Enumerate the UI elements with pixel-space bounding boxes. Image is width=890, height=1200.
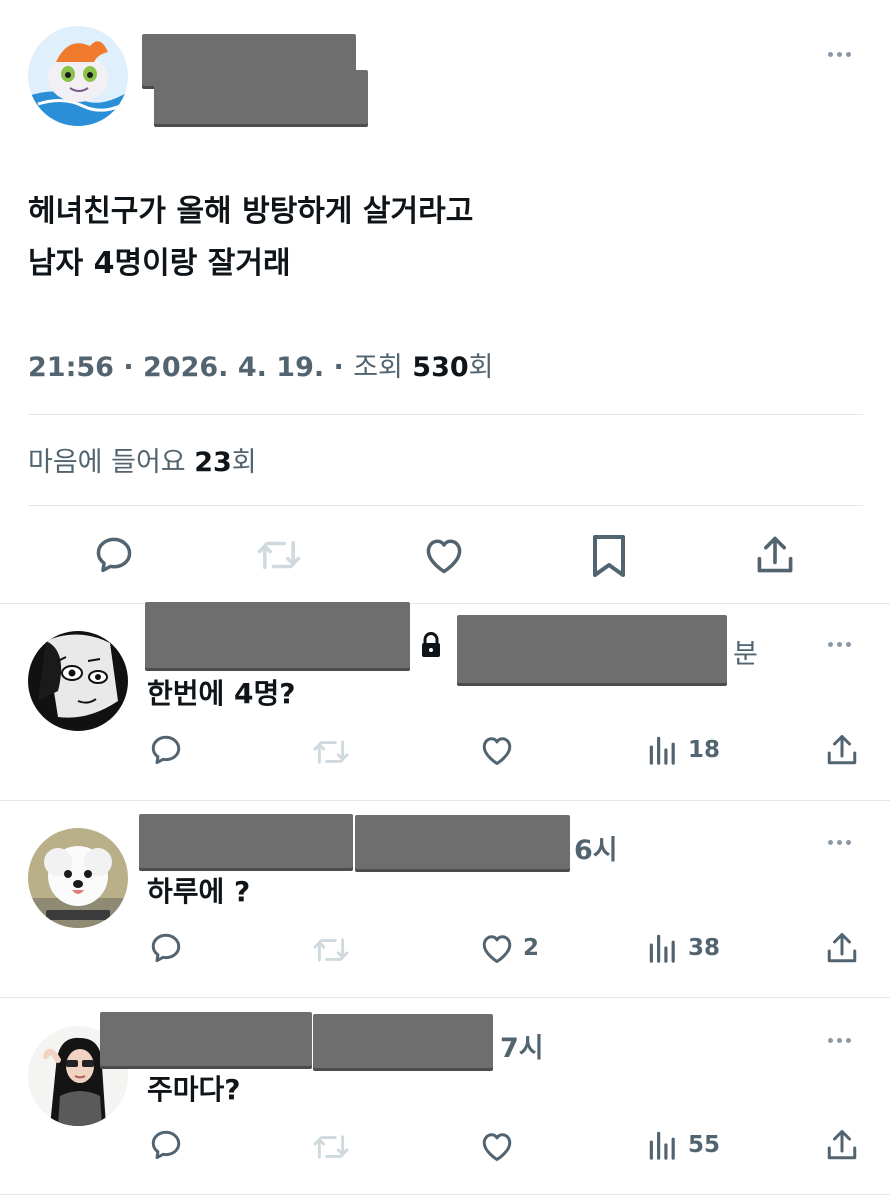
likes-unit: 회 (231, 447, 257, 478)
divider (0, 800, 890, 801)
more-options-icon[interactable] (828, 642, 851, 647)
post-text: 헤녀친구가 올해 방탕하게 살거라고 남자 4명이랑 잘거래 (28, 186, 473, 290)
share-icon[interactable] (824, 731, 860, 769)
more-options-icon[interactable] (828, 840, 851, 845)
likes-summary[interactable]: 마음에 들어요 23회 (28, 440, 257, 479)
likes-label: 마음에 들어요 (28, 447, 186, 478)
retweet-icon[interactable] (312, 736, 350, 768)
redacted-display-name (145, 602, 410, 668)
views-button[interactable]: 18 (646, 734, 720, 766)
views-button[interactable]: 55 (646, 1129, 720, 1161)
heart-icon (482, 737, 512, 765)
views-unit: 회 (468, 352, 494, 383)
retweet-icon[interactable] (312, 1131, 350, 1163)
views-count: 18 (688, 737, 721, 763)
views-count: 38 (688, 935, 721, 961)
divider (0, 1194, 890, 1195)
post-text-line-1: 헤녀친구가 올해 방탕하게 살거라고 (28, 194, 474, 229)
like-button[interactable] (479, 1129, 523, 1163)
views-icon (649, 1131, 675, 1160)
meta-separator: · (123, 352, 134, 383)
lock-icon (420, 632, 442, 658)
views-count: 55 (688, 1132, 721, 1158)
views-label: 조회 (353, 352, 403, 383)
share-icon[interactable] (824, 929, 860, 967)
views-icon (649, 736, 675, 765)
redacted-display-name (100, 1012, 312, 1066)
retweet-icon[interactable] (256, 535, 302, 575)
retweet-icon[interactable] (312, 934, 350, 966)
bookmark-icon[interactable] (591, 532, 627, 580)
meta-separator: · (333, 352, 344, 383)
redacted-username (355, 815, 570, 869)
reply-text: 하루에 ? (147, 875, 251, 908)
redacted-display-name (139, 814, 353, 868)
heart-icon (482, 935, 512, 963)
reply-time[interactable]: 6시 (574, 828, 618, 867)
redacted-username (457, 615, 727, 683)
likes-count: 23 (194, 447, 232, 478)
reply-time[interactable]: 7시 (500, 1026, 544, 1065)
reply-icon[interactable] (148, 1127, 184, 1163)
reply-icon[interactable] (148, 732, 184, 768)
more-options-icon[interactable] (828, 52, 851, 57)
post-date[interactable]: 2026. 4. 19. (143, 352, 324, 383)
reply-text: 한번에 4명? (147, 677, 296, 710)
share-icon[interactable] (824, 1126, 860, 1164)
heart-icon[interactable] (422, 534, 466, 576)
like-button[interactable]: 2 (479, 931, 539, 965)
reply-icon[interactable] (148, 930, 184, 966)
reply-time[interactable]: 분 (733, 632, 758, 671)
share-icon[interactable] (753, 532, 797, 578)
post-time[interactable]: 21:56 (28, 352, 114, 383)
post-meta: 21:56 · 2026. 4. 19. · 조회 530회 (28, 345, 494, 384)
views-count: 530 (412, 352, 469, 383)
divider (28, 505, 863, 506)
redacted-username (154, 70, 368, 124)
reply-icon[interactable] (92, 533, 136, 577)
heart-icon (482, 1133, 512, 1161)
post-text-line-2: 남자 4명이랑 잘거래 (28, 246, 291, 281)
reply-text: 주마다? (147, 1073, 241, 1106)
divider (28, 414, 863, 415)
like-count: 2 (523, 935, 540, 961)
views-button[interactable]: 38 (646, 932, 720, 964)
more-options-icon[interactable] (828, 1038, 851, 1043)
reply-avatar[interactable] (28, 631, 128, 731)
views-icon (649, 934, 675, 963)
divider (0, 997, 890, 998)
like-button[interactable] (479, 733, 523, 767)
reply-avatar[interactable] (28, 828, 128, 928)
redacted-username (313, 1014, 493, 1068)
author-avatar[interactable] (28, 26, 128, 126)
divider (0, 603, 890, 604)
